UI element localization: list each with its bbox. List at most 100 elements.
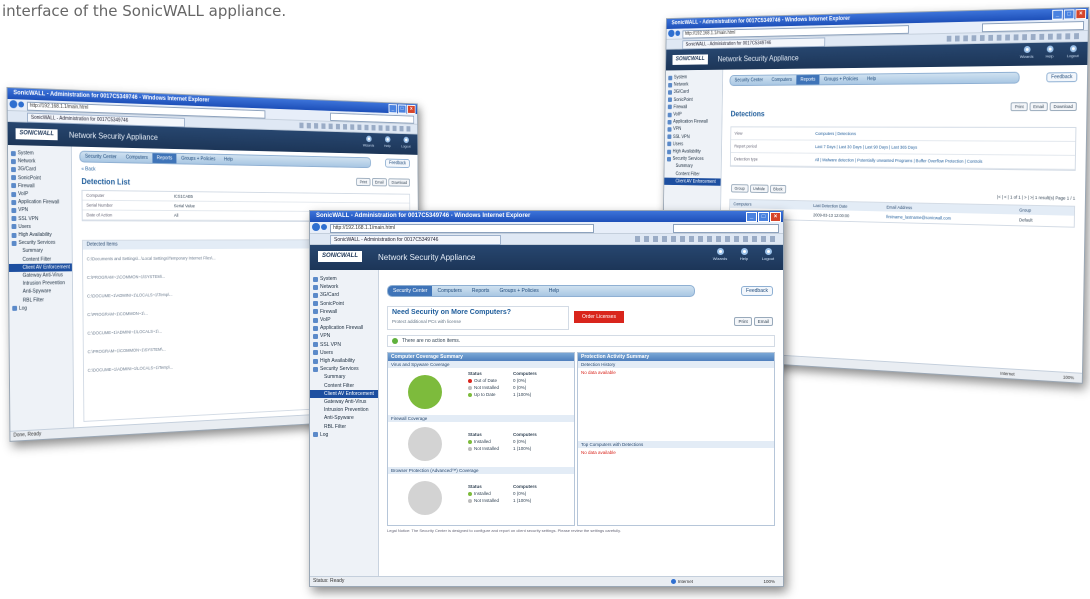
back-icon[interactable] [312,223,320,231]
email-button[interactable]: Email [1029,102,1048,112]
menu-reports[interactable]: Reports [152,153,177,164]
sidebar-item-voip[interactable]: VoIP [665,111,721,119]
sidebar-subitem[interactable]: Content Filter [310,382,378,390]
report-actions: Print Email Download [355,171,411,188]
pager[interactable]: |< | < | 1 of 1 | > | >| 1 result(s) Pag… [997,194,1075,200]
sidebar-subitem[interactable]: Gateway Anti-Virus [310,398,378,406]
sidebar-item-3g[interactable]: 3G/Card [310,291,378,299]
print-button[interactable]: Print [356,177,371,187]
sidebar-item-firewall[interactable]: Firewall [665,103,721,111]
sidebar-item-firewall[interactable]: Firewall [310,308,378,316]
sidebar-subitem[interactable]: Intrusion Prevention [310,406,378,414]
sidebar-item-security-services[interactable]: Security Services [9,239,72,247]
sidebar-subitem[interactable]: RBL Filter [310,423,378,431]
download-button[interactable]: Download [1049,102,1077,112]
menu-help[interactable]: Help [863,74,881,84]
logout-button[interactable]: Logout [1064,45,1082,58]
menu-groups-policies[interactable]: Groups + Policies [494,286,543,296]
menu-help[interactable]: Help [544,286,564,296]
menu-reports[interactable]: Reports [796,74,820,85]
logout-icon [1069,45,1077,53]
sidebar-item-log[interactable]: Log [310,431,378,439]
help-button[interactable]: Help [1041,45,1059,59]
close-button[interactable]: × [407,104,416,115]
sidebar-item-network[interactable]: Network [310,283,378,291]
help-button[interactable]: Help [380,136,394,148]
forward-icon[interactable] [18,101,25,108]
section-title: Browser Protection (Advanced™) Coverage [388,467,574,474]
menu-groups-policies[interactable]: Groups + Policies [177,154,220,164]
forward-icon[interactable] [675,30,681,36]
menu-computers[interactable]: Computers [767,75,796,85]
unhide-button[interactable]: Unhide [749,184,769,194]
block-button[interactable]: Block [769,184,787,194]
app-header: SONICWALL Network Security Appliance Wiz… [310,245,783,271]
menu-computers[interactable]: Computers [432,286,466,296]
sidebar-item-sslvpn[interactable]: SSL VPN [9,215,72,223]
wizards-button[interactable]: Wizards [1018,45,1035,59]
back-icon[interactable] [668,29,675,38]
wizards-button[interactable]: Wizards [361,135,375,148]
menu-help[interactable]: Help [220,155,237,165]
menu-security-center[interactable]: Security Center [388,286,433,296]
sidebar-item-ha[interactable]: High Availability [310,357,378,365]
browser-tab[interactable]: SonicWALL - Administration for 0017C5349… [330,235,501,245]
sidebar-item-app-firewall[interactable]: Application Firewall [665,118,721,125]
feedback-button[interactable]: Feedback [1046,72,1078,83]
sidebar-item-voip[interactable]: VoIP [310,316,378,324]
zoom-level[interactable]: 100% [1063,373,1074,383]
menu-security-center[interactable]: Security Center [80,152,121,163]
email-button[interactable]: Email [371,178,387,187]
maximize-button[interactable]: □ [397,104,407,114]
order-licenses-button[interactable]: Order Licenses [574,311,624,323]
close-button[interactable]: × [770,212,781,222]
sidebar-subitem[interactable]: Summary [310,373,378,381]
wizards-button[interactable]: Wizards [711,248,729,261]
sidebar-subitem[interactable]: Anti-Spyware [310,414,378,422]
sidebar-item-app-firewall[interactable]: Application Firewall [310,324,378,332]
menu-groups-policies[interactable]: Groups + Policies [820,75,863,85]
sidebar-item-users[interactable]: Users [9,223,72,231]
sidebar-item-vpn[interactable]: VPN [310,332,378,340]
sidebar-subitem-selected[interactable]: Client AV Enforcement [310,389,378,399]
minimize-button[interactable]: _ [746,212,757,222]
zoom-level[interactable]: 100% [763,577,775,586]
feedback-button[interactable]: Feedback [741,286,773,296]
favorites-bar: SonicWALL - Administration for 0017C5349… [310,234,783,245]
print-button[interactable]: Print [1010,102,1028,112]
report-actions: Print Email [732,310,773,328]
group-button[interactable]: Group [731,184,749,193]
sidebar-item-sonicpoint[interactable]: SonicPoint [310,300,378,308]
sidebar-item-log[interactable]: Log [9,304,72,313]
minimize-button[interactable]: _ [1052,9,1063,20]
sidebar-item-system[interactable]: System [310,275,378,283]
maximize-button[interactable]: □ [1063,9,1075,20]
feedback-button[interactable]: Feedback [385,158,410,169]
legend-item: Not Installed [468,384,499,391]
back-link[interactable]: « Back [81,166,95,172]
sidebar-item-sslvpn[interactable]: SSL VPN [310,341,378,349]
address-bar: http://192.168.1.1/main.html [310,222,783,234]
logout-button[interactable]: Logout [399,136,413,149]
print-button[interactable]: Print [734,317,752,326]
browser-search-input[interactable] [672,224,779,233]
menu-computers[interactable]: Computers [121,153,152,163]
download-button[interactable]: Download [388,178,411,187]
menu-reports[interactable]: Reports [467,286,495,296]
sidebar-item-ha[interactable]: High Availability [9,231,72,239]
forward-icon[interactable] [321,224,327,230]
activity-summary-panel: Protection Activity Summary Detection Hi… [577,352,775,526]
maximize-button[interactable]: □ [758,212,769,222]
minimize-button[interactable]: _ [388,104,398,114]
sidebar-item-security-services[interactable]: Security Services [310,365,378,373]
email-button[interactable]: Email [753,317,773,326]
sidebar-item-users[interactable]: Users [310,349,378,357]
url-input[interactable]: http://192.168.1.1/main.html [330,224,595,233]
close-button[interactable]: × [1075,8,1087,20]
logout-button[interactable]: Logout [759,248,777,261]
back-icon[interactable] [9,100,18,109]
sidebar-item-vpn[interactable]: VPN [8,206,71,215]
menu-security-center[interactable]: Security Center [730,76,767,86]
sidebar-subitem-selected[interactable]: Client AV Enforcement [664,177,721,186]
help-button[interactable]: Help [735,248,753,261]
